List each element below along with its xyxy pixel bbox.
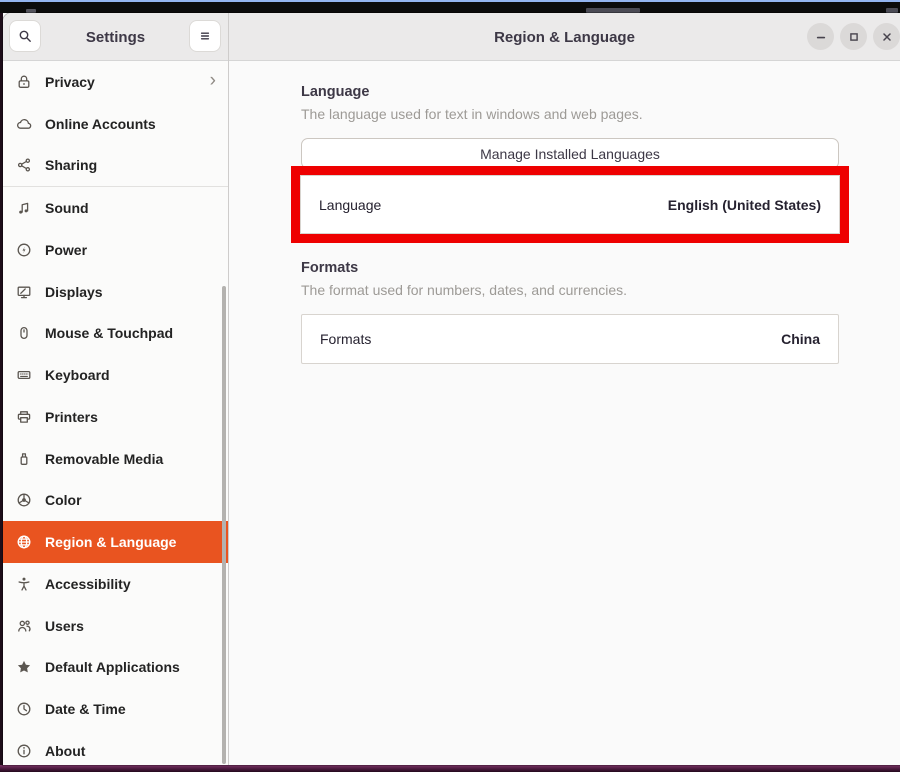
accessibility-icon <box>16 576 32 592</box>
sidebar-item-sharing[interactable]: Sharing <box>3 145 228 187</box>
clock-icon <box>16 701 32 717</box>
maximize-button[interactable] <box>840 23 867 50</box>
formats-section-heading: Formats <box>301 260 358 276</box>
formats-row-label: Formats <box>320 331 371 347</box>
sidebar-item-printers[interactable]: Printers <box>3 396 228 438</box>
menu-button[interactable] <box>189 20 221 52</box>
sidebar-item-label: Power <box>45 242 87 258</box>
screen: Settings Privacy › Online Accounts Sharing S… <box>0 0 900 772</box>
sidebar-scrollbar[interactable] <box>222 286 226 764</box>
hamburger-icon <box>197 28 213 44</box>
desktop-top-bar <box>0 0 900 13</box>
sidebar: Settings Privacy › Online Accounts Sharing S… <box>3 13 228 765</box>
sidebar-item-label: Mouse & Touchpad <box>45 325 173 341</box>
language-section-heading: Language <box>301 84 369 100</box>
sidebar-item-privacy[interactable]: Privacy › <box>3 61 228 103</box>
lock-icon <box>16 74 32 90</box>
sidebar-item-label: Users <box>45 618 84 634</box>
sidebar-header: Settings <box>3 13 228 61</box>
sidebar-item-about[interactable]: About <box>3 730 228 765</box>
sidebar-list: Privacy › Online Accounts Sharing Sound Power… <box>3 61 228 765</box>
main-panel: Region & Language Language The language … <box>229 13 900 765</box>
language-row-value: English (United States) <box>668 197 821 213</box>
info-icon <box>16 743 32 759</box>
maximize-icon <box>846 29 862 45</box>
share-icon <box>16 157 32 173</box>
sidebar-item-users[interactable]: Users <box>3 605 228 647</box>
sidebar-item-default-applications[interactable]: Default Applications <box>3 647 228 689</box>
sidebar-item-label: Online Accounts <box>45 116 156 132</box>
sidebar-item-displays[interactable]: Displays <box>3 271 228 313</box>
sidebar-item-label: Default Applications <box>45 659 180 675</box>
sidebar-item-color[interactable]: Color <box>3 480 228 522</box>
sidebar-item-label: Region & Language <box>45 534 176 550</box>
printer-icon <box>16 409 32 425</box>
cloud-icon <box>16 116 32 132</box>
sidebar-item-label: Displays <box>45 284 103 300</box>
close-icon <box>879 29 895 45</box>
language-row-label: Language <box>319 197 381 213</box>
sidebar-item-online-accounts[interactable]: Online Accounts <box>3 103 228 145</box>
sidebar-item-label: About <box>45 743 85 759</box>
flash-drive-icon <box>16 451 32 467</box>
sidebar-item-label: Privacy <box>45 74 95 90</box>
sidebar-item-mouse-touchpad[interactable]: Mouse & Touchpad <box>3 313 228 355</box>
formats-row[interactable]: Formats China <box>301 314 839 364</box>
formats-section-description: The format used for numbers, dates, and … <box>301 282 627 298</box>
window-controls <box>807 23 900 50</box>
sidebar-item-label: Date & Time <box>45 701 126 717</box>
music-note-icon <box>16 200 32 216</box>
sidebar-item-label: Accessibility <box>45 576 131 592</box>
sidebar-item-removable-media[interactable]: Removable Media <box>3 438 228 480</box>
desktop-bottom-strip <box>0 765 900 772</box>
sidebar-item-label: Sharing <box>45 157 97 173</box>
sidebar-item-accessibility[interactable]: Accessibility <box>3 563 228 605</box>
minimize-icon <box>813 29 829 45</box>
sidebar-item-date-time[interactable]: Date & Time <box>3 688 228 730</box>
settings-window: Settings Privacy › Online Accounts Sharing S… <box>3 13 900 765</box>
display-icon <box>16 284 32 300</box>
star-icon <box>16 659 32 675</box>
content: Language The language used for text in w… <box>229 61 900 765</box>
sidebar-item-label: Sound <box>45 200 89 216</box>
sidebar-item-sound[interactable]: Sound <box>3 187 228 229</box>
annotation-highlight-box: Language English (United States) <box>291 166 849 243</box>
sidebar-item-region-language[interactable]: Region & Language <box>3 521 228 563</box>
keyboard-icon <box>16 367 32 383</box>
sidebar-item-power[interactable]: Power <box>3 229 228 271</box>
chevron-right-icon: › <box>210 71 216 90</box>
mouse-icon <box>16 325 32 341</box>
formats-row-value: China <box>781 331 820 347</box>
close-button[interactable] <box>873 23 900 50</box>
manage-installed-languages-button[interactable]: Manage Installed Languages <box>301 138 839 169</box>
users-icon <box>16 618 32 634</box>
language-section-description: The language used for text in windows an… <box>301 106 643 122</box>
globe-icon <box>16 534 32 550</box>
page-title: Region & Language <box>229 13 900 61</box>
minimize-button[interactable] <box>807 23 834 50</box>
main-header: Region & Language <box>229 13 900 61</box>
sidebar-item-label: Color <box>45 492 82 508</box>
sidebar-item-label: Removable Media <box>45 451 163 467</box>
language-row[interactable]: Language English (United States) <box>300 175 840 234</box>
color-wheel-icon <box>16 492 32 508</box>
sidebar-item-label: Keyboard <box>45 367 110 383</box>
power-icon <box>16 242 32 258</box>
sidebar-item-label: Printers <box>45 409 98 425</box>
sidebar-item-keyboard[interactable]: Keyboard <box>3 354 228 396</box>
